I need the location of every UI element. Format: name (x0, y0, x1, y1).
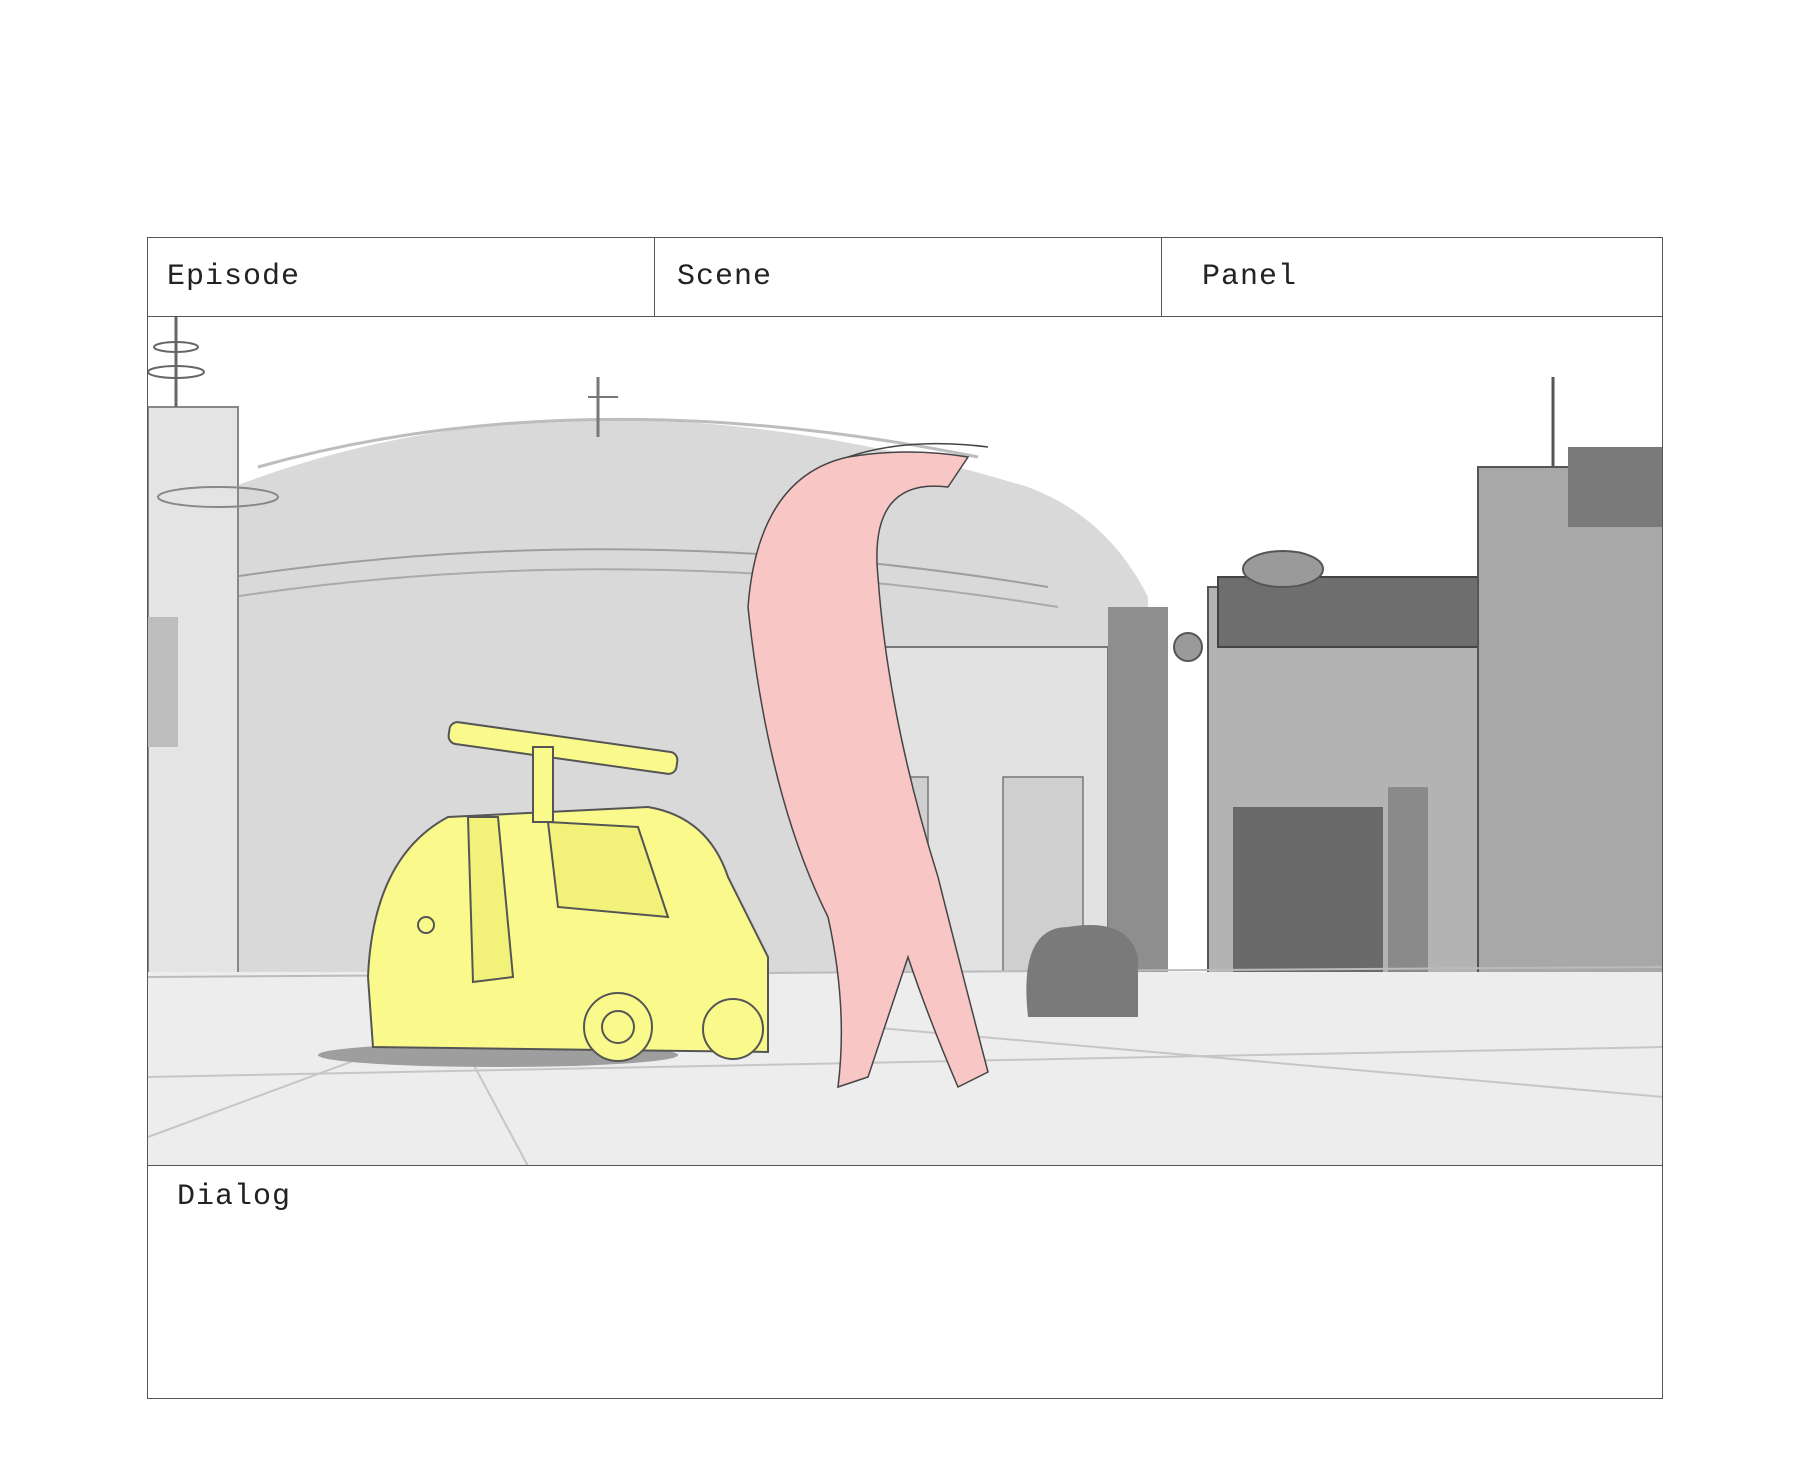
header-row: Episode Scene Panel (148, 238, 1662, 317)
dialog-label: Dialog (177, 1180, 292, 1214)
scene-cell[interactable]: Scene (655, 238, 1162, 316)
panel-label: Panel (1202, 260, 1298, 294)
dialog-box[interactable]: Dialog (148, 1166, 1662, 1398)
panel-cell[interactable]: Panel (1162, 238, 1662, 316)
episode-cell[interactable]: Episode (148, 238, 655, 316)
episode-label: Episode (167, 260, 301, 294)
storyboard-sheet: Episode Scene Panel Dialog (147, 237, 1663, 1399)
bush (1026, 925, 1138, 1017)
storyboard-frame (148, 317, 1662, 1166)
scene-illustration (148, 317, 1662, 1165)
scene-label: Scene (677, 260, 773, 294)
